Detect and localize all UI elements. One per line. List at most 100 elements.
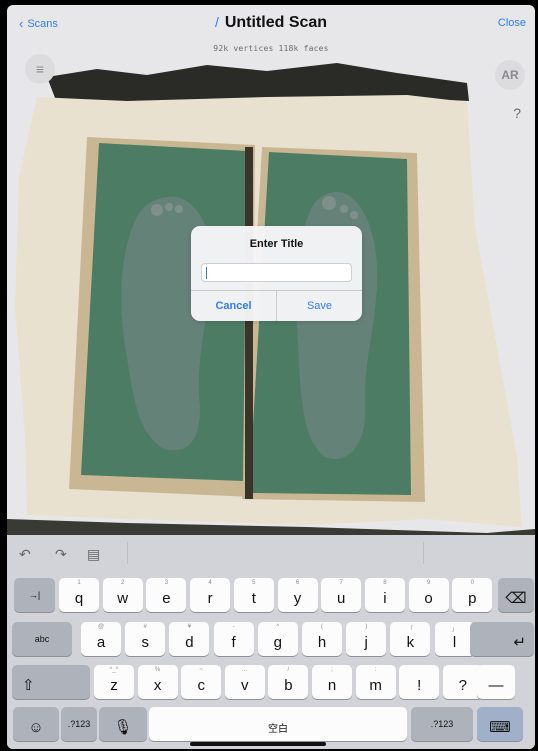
key-secondary-label: 「: [407, 627, 414, 633]
key-secondary-label: ;: [331, 667, 333, 673]
key-v[interactable]: … v: [224, 665, 265, 699]
close-button[interactable]: Close: [498, 17, 526, 29]
keyboard-toolbar: ↶ ↷ ▤: [7, 535, 535, 572]
key-secondary-label: 2: [121, 580, 125, 586]
microphone-icon: 🎙: [113, 719, 133, 736]
key-label: u: [337, 589, 346, 607]
key-f[interactable]: -f: [213, 622, 254, 656]
navigation-bar: ‹ Scans / Untitled Scan Close: [7, 5, 535, 45]
key-secondary-label: 5: [252, 580, 256, 586]
key-i[interactable]: 8i: [364, 578, 405, 612]
space-key[interactable]: 空白: [149, 707, 407, 741]
shift-icon: ⇧: [22, 677, 35, 694]
key-d[interactable]: ¥ d: [169, 622, 210, 656]
key-label: e: [162, 589, 171, 607]
key-secondary-label: 1: [77, 580, 81, 586]
title-input[interactable]: [201, 263, 352, 282]
key-u[interactable]: 7u: [321, 578, 362, 612]
key-label: g: [273, 633, 282, 651]
key-h[interactable]: (h: [302, 622, 342, 656]
key-secondary-label: 3: [164, 580, 169, 586]
key-b[interactable]: / b: [268, 665, 309, 699]
key-e[interactable]: 3e: [146, 578, 187, 612]
key-secondary-label: 8: [383, 580, 387, 586]
key-label: z: [110, 676, 118, 694]
undo-icon[interactable]: ↶: [19, 546, 31, 563]
dictation-key[interactable]: 🎙: [99, 707, 147, 741]
key-label: k: [406, 633, 415, 651]
paste-icon[interactable]: ▤: [87, 546, 100, 563]
key-secondary-label: /: [287, 667, 290, 673]
key-t[interactable]: 5t: [233, 578, 274, 612]
key-label: m: [369, 676, 382, 694]
key-label: w: [117, 589, 129, 607]
key-label: o: [424, 589, 433, 607]
adjust-settings-button[interactable]: ≡: [25, 54, 55, 84]
key-secondary-label: 4: [208, 580, 212, 586]
key-x[interactable]: % x: [137, 665, 178, 699]
key-label: t: [251, 589, 256, 607]
key-label: h: [317, 633, 327, 651]
key-w[interactable]: 2w: [102, 578, 143, 612]
key-g[interactable]: ^ g: [257, 622, 298, 656]
delete-key[interactable]: ⌫: [498, 578, 534, 612]
key-![interactable]: !: [399, 665, 440, 699]
return-key[interactable]: ↵: [470, 622, 534, 656]
key-o[interactable]: 9o: [408, 578, 449, 612]
key-label: j: [364, 633, 368, 651]
tab-key[interactable]: →|: [14, 578, 55, 612]
key-secondary-label: 9: [426, 580, 431, 586]
page-title-container[interactable]: / Untitled Scan: [7, 14, 535, 32]
key-secondary-label: 0: [470, 580, 474, 586]
key-k[interactable]: 「k: [390, 622, 431, 656]
key-secondary-label: ^: [276, 624, 280, 630]
key-c[interactable]: ~ c: [181, 665, 222, 699]
key-y[interactable]: 6y: [277, 578, 318, 612]
home-indicator[interactable]: [190, 742, 326, 746]
save-button[interactable]: Save: [277, 292, 362, 320]
key-secondary-label: #: [143, 624, 147, 630]
key-secondary-label: 6: [295, 580, 300, 586]
key-label: n: [327, 676, 337, 694]
toolbar-divider: [423, 542, 424, 564]
key-n[interactable]: ; n: [312, 665, 352, 699]
key-label: y: [293, 589, 302, 607]
emoji-key[interactable]: ☺: [13, 707, 59, 741]
sliders-icon: ≡: [35, 61, 45, 77]
dash-key[interactable]: —: [477, 665, 515, 699]
key-j[interactable]: ) j: [346, 622, 387, 656]
key-secondary-label: @: [97, 624, 105, 630]
key-label: !: [417, 676, 422, 694]
key-secondary-label: :: [374, 667, 377, 673]
shift-key[interactable]: ⇧: [12, 665, 90, 699]
abc-key[interactable]: abc: [12, 622, 72, 656]
key-s[interactable]: # s: [125, 622, 166, 656]
key-z[interactable]: ^_^ z: [94, 665, 134, 699]
key-label: f: [231, 633, 236, 651]
key-label: ?: [458, 676, 467, 694]
cancel-button[interactable]: Cancel: [191, 292, 276, 320]
key-label: v: [241, 676, 249, 694]
key-a[interactable]: @ a: [81, 622, 121, 656]
key-secondary-label: 7: [339, 580, 343, 586]
hide-keyboard-key[interactable]: ⌨: [477, 707, 523, 741]
numbers-key[interactable]: .?123: [61, 707, 97, 741]
key-p[interactable]: 0p: [452, 578, 493, 612]
key-q[interactable]: 1q: [59, 578, 99, 612]
ar-button[interactable]: AR: [495, 60, 525, 90]
key-m[interactable]: :m: [355, 665, 396, 699]
key-l[interactable]: 」 l: [434, 622, 475, 656]
key-label: i: [383, 589, 387, 607]
key-secondary-label: …: [241, 667, 248, 673]
numbers-key-right[interactable]: .?123: [411, 707, 473, 741]
key-secondary-label: (: [321, 624, 323, 630]
delete-icon: ⌫: [505, 590, 527, 607]
key-secondary-label: ¥: [187, 624, 192, 630]
help-icon[interactable]: ?: [513, 105, 521, 121]
redo-icon[interactable]: ↷: [55, 546, 67, 563]
dialog-title: Enter Title: [249, 238, 304, 250]
key-label: x: [153, 676, 162, 694]
key-r[interactable]: 4r: [190, 578, 231, 612]
key-label: s: [141, 633, 149, 651]
page-title: Untitled Scan: [224, 14, 328, 31]
